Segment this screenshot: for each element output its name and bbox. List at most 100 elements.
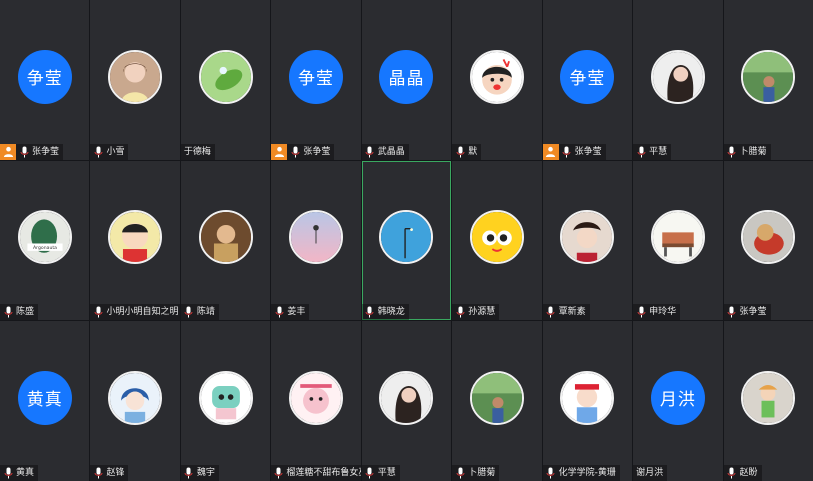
avatar-initials: 黄真	[17, 370, 72, 425]
cartoon-girl-icon	[560, 370, 615, 425]
photo-sky-icon	[379, 210, 434, 265]
participant-name: 默	[468, 146, 478, 157]
participant-label: 孙源慧	[452, 304, 500, 321]
participant-name: 黄真	[16, 468, 35, 478]
participant-tile[interactable]: 赵锋	[90, 321, 180, 481]
participant-tile[interactable]: 榴莲糖不甜布鲁女巫	[271, 321, 361, 481]
participant-label: 卜腊菊	[723, 143, 771, 160]
mic-muted-icon[interactable]	[454, 305, 466, 319]
mic-muted-icon[interactable]	[561, 145, 573, 159]
participant-tile[interactable]: 申玲华	[633, 160, 723, 321]
mic-muted-icon[interactable]	[545, 305, 557, 319]
participant-tile[interactable]: 默	[452, 0, 542, 160]
participant-name: 张争莹	[303, 146, 331, 157]
participant-name: 小雪	[106, 146, 125, 157]
participant-tile[interactable]: 陈靖	[180, 160, 271, 321]
participant-name: 榴莲糖不甜布鲁女巫	[286, 468, 361, 478]
participant-tile[interactable]: 争莹 张争莹	[0, 0, 90, 160]
mic-muted-icon[interactable]	[92, 145, 104, 159]
participant-name: 陈盛	[16, 307, 35, 318]
participant-tile[interactable]: 小雪	[90, 0, 180, 160]
participant-tile[interactable]: 争莹 张争莹	[542, 0, 633, 160]
mic-muted-icon[interactable]	[183, 305, 195, 319]
mic-muted-icon[interactable]	[2, 466, 14, 480]
mic-muted-icon[interactable]	[18, 145, 30, 159]
photo-person-icon	[198, 210, 253, 265]
participant-name: 张争莹	[739, 307, 767, 318]
mic-muted-icon[interactable]	[545, 466, 557, 480]
mic-muted-icon[interactable]	[183, 466, 195, 480]
participant-label: 于德梅	[180, 143, 215, 160]
participant-label: 榴莲糖不甜布鲁女巫	[271, 465, 361, 481]
participant-name: 小明小明自知之明	[106, 307, 179, 318]
mic-muted-icon[interactable]	[364, 145, 376, 159]
cartoon-boy-icon	[108, 210, 163, 265]
participant-name: 平慧	[649, 146, 668, 157]
participant-label: 陈靖	[180, 304, 219, 321]
participant-tile[interactable]: 月洪 谢月洪	[633, 321, 723, 481]
photo-costume-icon	[560, 210, 615, 265]
participant-tile[interactable]: 化学学院-黄珊	[542, 321, 633, 481]
participant-tile[interactable]: 平慧	[633, 0, 723, 160]
avatar-initials: 争莹	[17, 49, 72, 104]
participant-label: 赵锋	[90, 465, 129, 481]
cartoon-kid-icon	[469, 49, 524, 104]
participant-name: 覃新素	[558, 307, 586, 318]
participant-label: 申玲华	[633, 304, 681, 321]
participant-tile[interactable]: 赵盼	[723, 321, 813, 481]
participant-name: 平慧	[377, 468, 396, 478]
mic-muted-icon[interactable]	[454, 466, 466, 480]
mic-muted-icon[interactable]	[454, 145, 466, 159]
mic-muted-icon[interactable]	[364, 466, 376, 480]
participant-tile[interactable]: 魏宇	[180, 321, 271, 481]
participant-tile[interactable]: 覃新素	[542, 160, 633, 321]
participant-tile[interactable]: 孙源慧	[452, 160, 542, 321]
participant-tile[interactable]: 平慧	[361, 321, 452, 481]
participant-tile[interactable]: 争莹 张争莹	[271, 0, 361, 160]
participant-tile[interactable]: 黄真 黄真	[0, 321, 90, 481]
mic-muted-icon[interactable]	[273, 466, 284, 480]
participant-tile[interactable]: 韩晓龙	[361, 160, 452, 321]
participant-tile[interactable]: 小明小明自知之明	[90, 160, 180, 321]
participant-name: 姜丰	[287, 307, 306, 318]
mic-muted-icon[interactable]	[635, 145, 647, 159]
mic-muted-icon[interactable]	[726, 145, 738, 159]
mic-muted-icon[interactable]	[289, 145, 301, 159]
participant-tile[interactable]: 张争莹	[723, 160, 813, 321]
participant-label: 化学学院-黄珊	[542, 465, 620, 481]
cartoon-eyes-icon	[469, 210, 524, 265]
mic-muted-icon[interactable]	[2, 305, 14, 319]
participant-name: 化学学院-黄珊	[558, 468, 616, 478]
participant-label: 覃新素	[542, 304, 590, 321]
mic-muted-icon[interactable]	[726, 466, 738, 480]
photo-garden-icon	[469, 370, 524, 425]
participant-tile[interactable]: Argonauta 陈盛	[0, 160, 90, 321]
mic-muted-icon[interactable]	[92, 466, 104, 480]
participant-label: 张争莹	[723, 304, 771, 321]
participant-name: 张争莹	[574, 146, 602, 157]
mic-muted-icon[interactable]	[635, 305, 647, 319]
host-icon	[0, 143, 16, 160]
participant-label: 卜腊菊	[452, 465, 500, 481]
cartoon-face-icon	[198, 370, 253, 425]
participant-tile[interactable]: 于德梅	[180, 0, 271, 160]
cartoon-pink-icon	[289, 370, 344, 425]
mic-muted-icon[interactable]	[364, 305, 376, 319]
participant-name: 于德梅	[183, 146, 211, 157]
participant-name: 张争莹	[32, 146, 60, 157]
photo-plant-icon	[198, 49, 253, 104]
mic-muted-icon[interactable]	[92, 305, 104, 319]
cartoon-green-icon	[741, 370, 796, 425]
participant-tile[interactable]: 卜腊菊	[723, 0, 813, 160]
mic-muted-icon[interactable]	[273, 305, 285, 319]
photo-woman-icon	[650, 49, 705, 104]
participant-tile[interactable]: 卜腊菊	[452, 321, 542, 481]
photo-bench-icon	[650, 210, 705, 265]
participant-tile[interactable]: 姜丰	[271, 160, 361, 321]
participant-name: 卜腊菊	[739, 146, 767, 157]
mic-muted-icon[interactable]	[726, 305, 738, 319]
photo-dog-icon	[741, 210, 796, 265]
photo-sunset-icon	[289, 210, 344, 265]
participant-label: 韩晓龙	[361, 304, 409, 321]
participant-tile[interactable]: 晶晶 武晶晶	[361, 0, 452, 160]
